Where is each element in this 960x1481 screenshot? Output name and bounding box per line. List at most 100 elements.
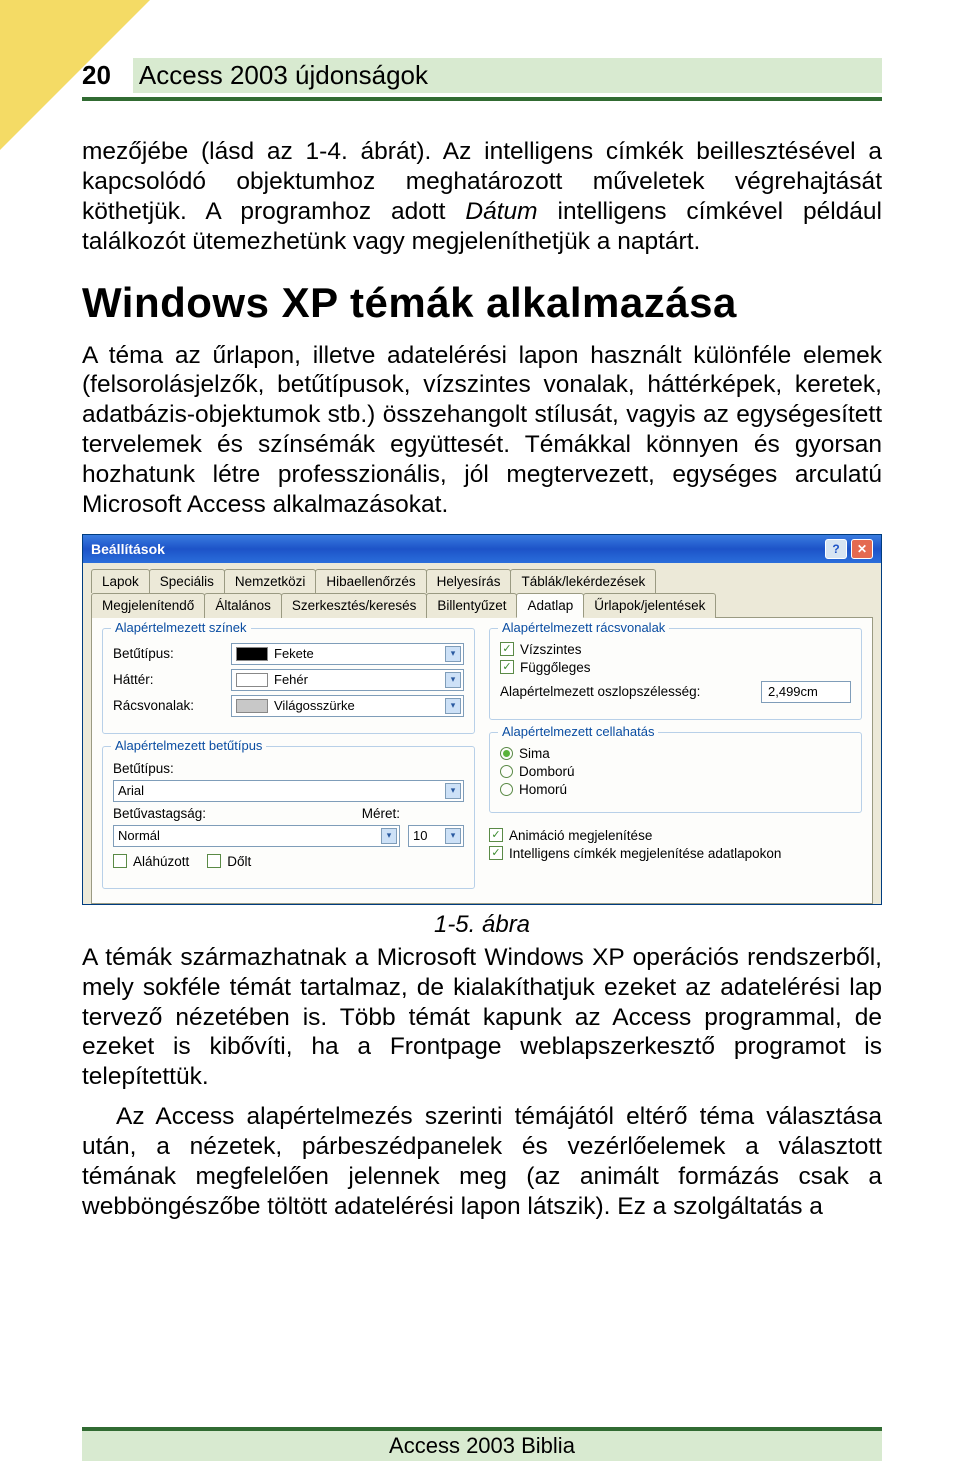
- tab-tablak[interactable]: Táblák/lekérdezések: [510, 569, 656, 593]
- combo-grid-color[interactable]: Világosszürke ▾: [231, 695, 464, 717]
- radio-sunken[interactable]: Homorú: [500, 782, 851, 797]
- chevron-down-icon: ▾: [445, 828, 461, 844]
- footer-text: Access 2003 Biblia: [82, 1431, 882, 1461]
- body-text-3: A témák származhatnak a Microsoft Window…: [82, 943, 882, 1222]
- check-animation[interactable]: ✓ Animáció megjelenítése: [489, 828, 862, 843]
- label-font-color: Betűtípus:: [113, 646, 223, 661]
- checkbox-icon: ✓: [489, 828, 503, 842]
- settings-dialog: Beállítások ? ✕ Lapok Speciális Nemzetkö…: [82, 534, 882, 905]
- help-button[interactable]: ?: [825, 539, 847, 559]
- check-horizontal[interactable]: ✓ Vízszintes: [500, 642, 851, 657]
- tab-billentyuzet[interactable]: Billentyűzet: [426, 593, 517, 618]
- label-colwidth: Alapértelmezett oszlopszélesség:: [500, 684, 753, 699]
- check-underline[interactable]: Aláhúzott: [113, 854, 189, 869]
- tab-row-2: Megjelenítendő Általános Szerkesztés/ker…: [91, 593, 873, 618]
- paragraph-2: A téma az űrlapon, illetve adatelérési l…: [82, 341, 882, 520]
- combo-font-value: Arial: [118, 783, 144, 798]
- tab-altalanos[interactable]: Általános: [204, 593, 282, 618]
- page-number: 20: [82, 60, 111, 91]
- dialog-panel: Alapértelmezett színek Betűtípus: Fekete…: [91, 617, 873, 904]
- chapter-title: Access 2003 újdonságok: [139, 60, 428, 90]
- checkbox-icon: ✓: [489, 846, 503, 860]
- group-default-colors: Alapértelmezett színek Betűtípus: Fekete…: [102, 628, 475, 734]
- label-weight: Betűvastagság:: [113, 806, 354, 821]
- combo-size-value: 10: [413, 828, 427, 843]
- chevron-down-icon: ▾: [445, 783, 461, 799]
- radio-icon: [500, 747, 513, 760]
- page-footer: Access 2003 Biblia: [82, 1427, 882, 1461]
- figure-caption: 1-5. ábra: [82, 911, 882, 939]
- misc-checks: ✓ Animáció megjelenítése ✓ Intelligens c…: [489, 825, 862, 864]
- tab-specialis[interactable]: Speciális: [149, 569, 225, 593]
- check-italic-label: Dőlt: [227, 854, 251, 869]
- combo-font-color-value: Fekete: [274, 646, 314, 661]
- combo-bg-color-value: Fehér: [274, 672, 308, 687]
- check-underline-label: Aláhúzott: [133, 854, 189, 869]
- check-smarttags-label: Intelligens címkék megjelenítése adatlap…: [509, 846, 781, 861]
- body-text: mezőjébe (lásd az 1-4. ábrát). Az intell…: [82, 137, 882, 257]
- radio-sunken-label: Homorú: [519, 782, 567, 797]
- combo-size[interactable]: 10 ▾: [408, 825, 464, 847]
- swatch-black: [236, 647, 268, 661]
- group-cell-effect: Alapértelmezett cellahatás Sima Domború: [489, 732, 862, 813]
- paragraph-3: A témák származhatnak a Microsoft Window…: [82, 943, 882, 1092]
- tab-lapok[interactable]: Lapok: [91, 569, 150, 593]
- body-text-2: A téma az űrlapon, illetve adatelérési l…: [82, 341, 882, 520]
- label-grid-color: Rácsvonalak:: [113, 698, 223, 713]
- input-colwidth[interactable]: 2,499cm: [761, 681, 851, 703]
- close-button[interactable]: ✕: [851, 539, 873, 559]
- check-vertical-label: Függőleges: [520, 660, 591, 675]
- check-vertical[interactable]: ✓ Függőleges: [500, 660, 851, 675]
- input-colwidth-value: 2,499cm: [768, 684, 818, 699]
- radio-flat[interactable]: Sima: [500, 746, 851, 761]
- group-title-font: Alapértelmezett betűtípus: [111, 738, 266, 753]
- swatch-white: [236, 673, 268, 687]
- group-title-gridlines: Alapértelmezett rácsvonalak: [498, 620, 669, 635]
- radio-flat-label: Sima: [519, 746, 550, 761]
- radio-raised-label: Domború: [519, 764, 575, 779]
- paragraph-4: Az Access alapértelmezés szerinti témájá…: [82, 1102, 882, 1222]
- italic-term: Dátum: [465, 198, 537, 225]
- chevron-down-icon: ▾: [445, 672, 461, 688]
- check-horizontal-label: Vízszintes: [520, 642, 582, 657]
- combo-weight[interactable]: Normál ▾: [113, 825, 400, 847]
- chevron-down-icon: ▾: [381, 828, 397, 844]
- group-title-colors: Alapértelmezett színek: [111, 620, 251, 635]
- label-font: Betűtípus:: [113, 761, 174, 776]
- tab-szerkesztes[interactable]: Szerkesztés/keresés: [281, 593, 428, 618]
- group-default-gridlines: Alapértelmezett rácsvonalak ✓ Vízszintes…: [489, 628, 862, 720]
- section-heading: Windows XP témák alkalmazása: [82, 279, 882, 327]
- radio-raised[interactable]: Domború: [500, 764, 851, 779]
- check-smarttags[interactable]: ✓ Intelligens címkék megjelenítése adatl…: [489, 846, 862, 861]
- combo-grid-color-value: Világosszürke: [274, 698, 355, 713]
- checkbox-icon: ✓: [500, 642, 514, 656]
- checkbox-icon: [207, 854, 221, 868]
- page-header: 20 Access 2003 újdonságok: [82, 58, 882, 101]
- group-title-cellfx: Alapértelmezett cellahatás: [498, 724, 658, 739]
- figure-dialog: Beállítások ? ✕ Lapok Speciális Nemzetkö…: [82, 534, 882, 905]
- combo-bg-color[interactable]: Fehér ▾: [231, 669, 464, 691]
- combo-weight-value: Normál: [118, 828, 160, 843]
- swatch-lightgrey: [236, 699, 268, 713]
- radio-icon: [500, 783, 513, 796]
- check-animation-label: Animáció megjelenítése: [509, 828, 652, 843]
- tab-helyesiras[interactable]: Helyesírás: [426, 569, 512, 593]
- tab-urlapok[interactable]: Űrlapok/jelentések: [583, 593, 716, 618]
- tab-hibaellenorzes[interactable]: Hibaellenőrzés: [315, 569, 426, 593]
- chevron-down-icon: ▾: [445, 698, 461, 714]
- dialog-titlebar: Beállítások ? ✕: [83, 535, 881, 563]
- dialog-title: Beállítások: [91, 541, 165, 557]
- checkbox-icon: [113, 854, 127, 868]
- tab-adatlap[interactable]: Adatlap: [516, 593, 584, 618]
- combo-font[interactable]: Arial ▾: [113, 780, 464, 802]
- tab-megjelenitendo[interactable]: Megjelenítendő: [91, 593, 205, 618]
- check-italic[interactable]: Dőlt: [207, 854, 251, 869]
- group-default-font: Alapértelmezett betűtípus Betűtípus: Ari…: [102, 746, 475, 889]
- label-bg-color: Háttér:: [113, 672, 223, 687]
- tab-row-1: Lapok Speciális Nemzetközi Hibaellenőrzé…: [91, 569, 873, 593]
- chevron-down-icon: ▾: [445, 646, 461, 662]
- tab-nemzetkozi[interactable]: Nemzetközi: [224, 569, 317, 593]
- combo-font-color[interactable]: Fekete ▾: [231, 643, 464, 665]
- label-size: Méret:: [362, 806, 400, 821]
- radio-icon: [500, 765, 513, 778]
